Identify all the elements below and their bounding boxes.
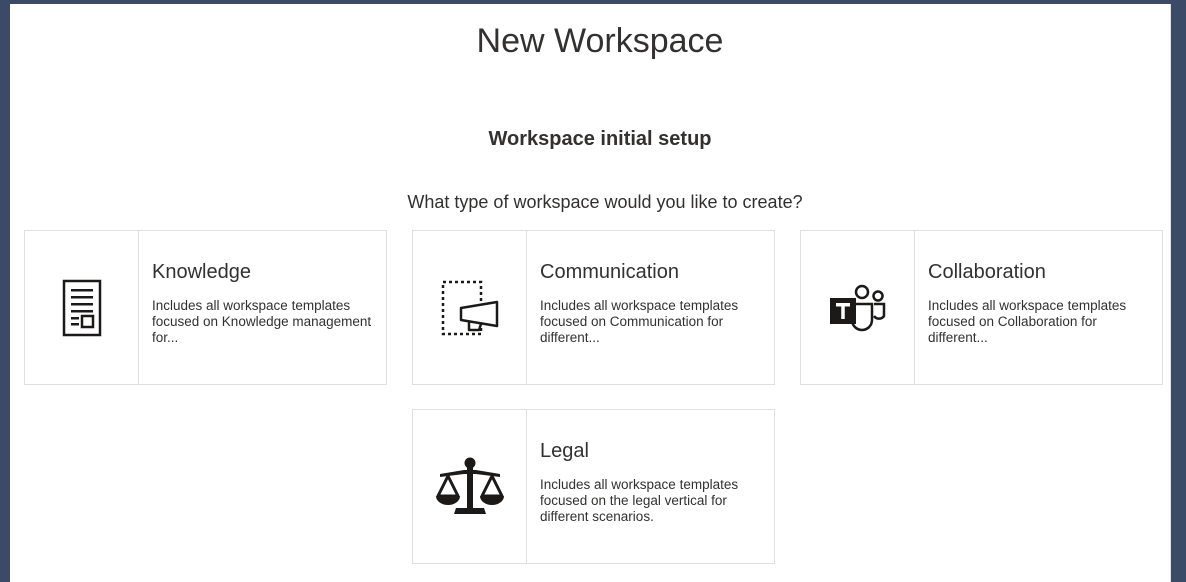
new-workspace-panel: New Workspace Workspace initial setup Wh…: [10, 4, 1171, 582]
section-subtitle: Workspace initial setup: [488, 128, 712, 150]
card-title: Communication: [540, 261, 679, 283]
scales-icon: [435, 457, 504, 514]
card-description: Includes all workspace templates focused…: [928, 298, 1127, 345]
card-icon-container: [801, 231, 915, 384]
workspace-type-card-legal[interactable]: Legal Includes all workspace templates f…: [412, 409, 775, 564]
page-title: New Workspace: [476, 22, 724, 60]
card-icon-container: [413, 231, 527, 384]
card-title: Knowledge: [152, 261, 251, 283]
card-description: Includes all workspace templates focused…: [540, 477, 739, 524]
card-title: Collaboration: [928, 261, 1046, 283]
megaphone-icon: [441, 280, 498, 335]
card-description: Includes all workspace templates focused…: [540, 298, 739, 345]
workspace-type-question: What type of workspace would you like to…: [407, 192, 803, 212]
workspace-type-card-knowledge[interactable]: Knowledge Includes all workspace templat…: [24, 230, 387, 385]
card-description: Includes all workspace templates focused…: [152, 298, 372, 345]
document-layout-icon: [62, 279, 101, 336]
card-icon-container: [413, 410, 527, 563]
card-icon-container: [25, 231, 139, 384]
teams-icon: [829, 284, 885, 331]
workspace-type-card-communication[interactable]: Communication Includes all workspace tem…: [412, 230, 775, 385]
card-title: Legal: [540, 440, 589, 462]
workspace-type-card-collaboration[interactable]: Collaboration Includes all workspace tem…: [800, 230, 1163, 385]
